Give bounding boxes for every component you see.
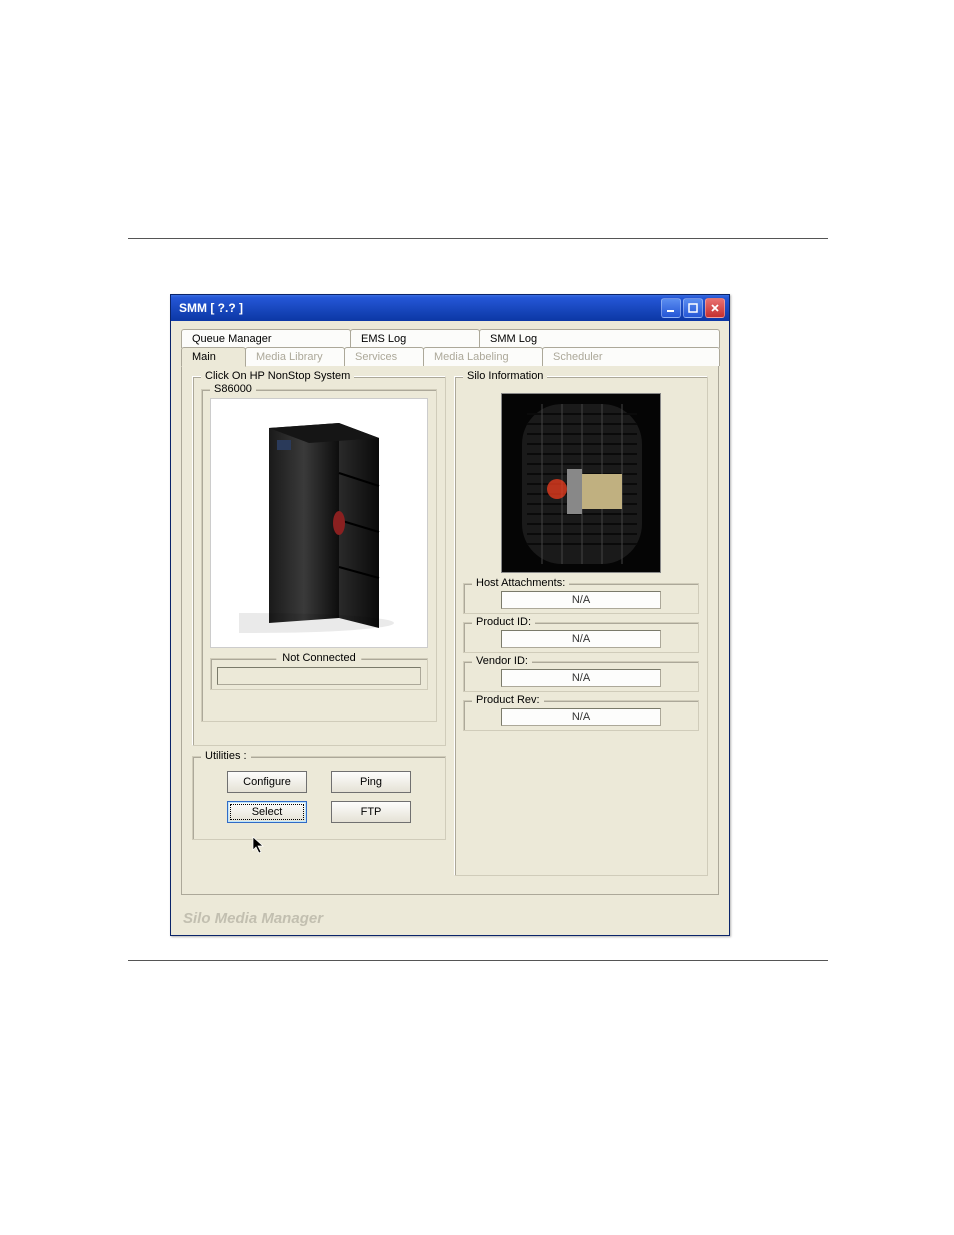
connection-status-group: Not Connected xyxy=(210,658,428,690)
product-id-value: N/A xyxy=(501,630,661,648)
utilities-group: Utilities : Configure Ping Select FTP xyxy=(192,756,446,840)
horizontal-rule xyxy=(128,960,828,961)
minimize-button[interactable] xyxy=(661,298,681,318)
tab-smm-log[interactable]: SMM Log xyxy=(479,329,720,348)
product-rev-group: Product Rev: N/A xyxy=(463,700,699,731)
status-legend: Not Connected xyxy=(276,652,361,664)
system-group: S86000 xyxy=(201,389,437,722)
host-attachments-value: N/A xyxy=(501,591,661,609)
right-column: Silo Information xyxy=(454,376,708,884)
mouse-cursor-icon xyxy=(252,836,266,854)
server-icon xyxy=(239,408,399,638)
select-button[interactable]: Select xyxy=(227,801,307,823)
main-panel: Click On HP NonStop System S86000 xyxy=(181,365,719,895)
left-column: Click On HP NonStop System S86000 xyxy=(192,376,446,884)
tab-ems-log[interactable]: EMS Log xyxy=(350,329,480,348)
product-id-label: Product ID: xyxy=(472,616,535,628)
vendor-id-group: Vendor ID: N/A xyxy=(463,661,699,692)
silo-info-group: Silo Information xyxy=(454,376,708,876)
tab-scheduler[interactable]: Scheduler xyxy=(542,347,720,366)
status-field xyxy=(217,667,421,685)
vendor-id-value: N/A xyxy=(501,669,661,687)
footer-text: Silo Media Manager xyxy=(183,910,323,927)
tab-row-back: Queue Manager EMS Log SMM Log xyxy=(181,329,719,348)
tab-media-library[interactable]: Media Library xyxy=(245,347,345,366)
server-image[interactable] xyxy=(210,398,428,648)
system-label: S86000 xyxy=(210,383,256,395)
maximize-button[interactable] xyxy=(683,298,703,318)
window-controls xyxy=(661,298,725,318)
product-rev-label: Product Rev: xyxy=(472,694,544,706)
tab-main[interactable]: Main xyxy=(181,347,246,367)
client-area: Queue Manager EMS Log SMM Log Main Media… xyxy=(171,321,729,901)
ftp-button[interactable]: FTP xyxy=(331,801,411,823)
window-title: SMM [ ?.? ] xyxy=(179,301,661,315)
close-button[interactable] xyxy=(705,298,725,318)
product-id-group: Product ID: N/A xyxy=(463,622,699,653)
host-attachments-label: Host Attachments: xyxy=(472,577,569,589)
tab-queue-manager[interactable]: Queue Manager xyxy=(181,329,351,348)
vendor-id-label: Vendor ID: xyxy=(472,655,532,667)
horizontal-rule xyxy=(128,238,828,239)
tab-services[interactable]: Services xyxy=(344,347,424,366)
ping-button[interactable]: Ping xyxy=(331,771,411,793)
tab-media-labeling[interactable]: Media Labeling xyxy=(423,347,543,366)
tab-row-front: Main Media Library Services Media Labeli… xyxy=(181,347,719,366)
titlebar: SMM [ ?.? ] xyxy=(171,295,729,321)
configure-button[interactable]: Configure xyxy=(227,771,307,793)
silo-legend: Silo Information xyxy=(463,370,547,382)
hp-nonstop-group: Click On HP NonStop System S86000 xyxy=(192,376,446,746)
product-rev-value: N/A xyxy=(501,708,661,726)
silo-image xyxy=(501,393,661,573)
hp-group-legend: Click On HP NonStop System xyxy=(201,370,354,382)
utilities-legend: Utilities : xyxy=(201,750,251,762)
host-attachments-group: Host Attachments: N/A xyxy=(463,583,699,614)
